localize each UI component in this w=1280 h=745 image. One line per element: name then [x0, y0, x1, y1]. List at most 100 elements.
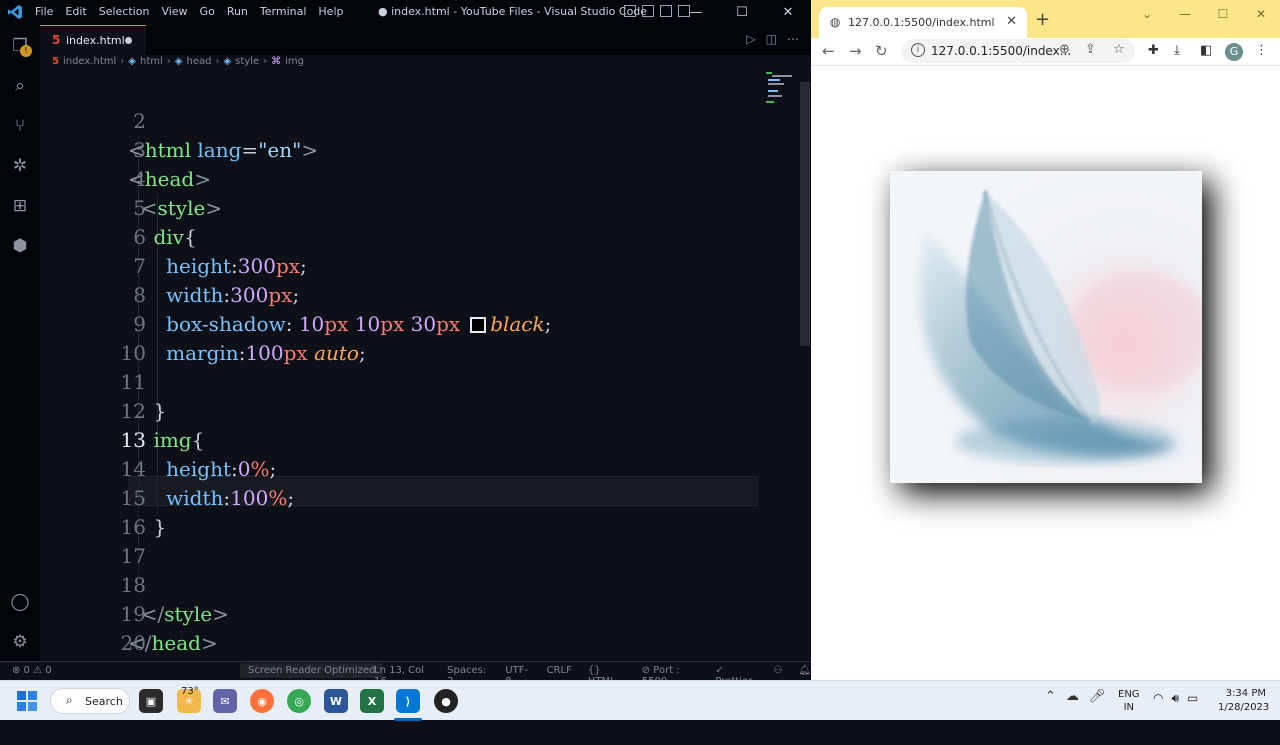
close-icon[interactable]: ✕: [1242, 0, 1280, 28]
windows-start-icon[interactable]: [17, 691, 37, 711]
clock-time: 3:34 PM: [1225, 688, 1266, 699]
windows-taskbar: ⌕ Search ▣ ☀ 73° ✉ ◉ ◎ W X ⟩ ● ⌃ ☁ 🎤︎ EN…: [0, 680, 1280, 721]
chrome-icon[interactable]: ◎: [287, 689, 311, 713]
new-tab-icon[interactable]: +: [1035, 9, 1050, 30]
python-icon[interactable]: ⬢: [9, 235, 31, 257]
source-control-icon[interactable]: ⑂: [9, 115, 31, 137]
breadcrumb-item[interactable]: img: [285, 56, 304, 70]
quick-settings[interactable]: ◠ 🔊︎ ▭: [1153, 691, 1198, 706]
maximize-icon[interactable]: ☐: [719, 0, 765, 25]
account-icon[interactable]: ◯: [9, 591, 31, 613]
menu-terminal[interactable]: Terminal: [260, 5, 313, 18]
breadcrumb-item[interactable]: head: [186, 56, 211, 70]
task-view-icon[interactable]: ▣: [139, 689, 163, 713]
code-line: 16: [40, 484, 800, 539]
breadcrumb-item[interactable]: index.html: [63, 56, 116, 70]
code-line: 11 }: [40, 339, 800, 423]
menu-file[interactable]: File: [35, 5, 59, 18]
browser-window-controls: ⌄ — ☐ ✕: [1128, 0, 1280, 28]
menu-kebab-icon[interactable]: ⋮: [1255, 43, 1268, 58]
microphone-icon[interactable]: 🎤︎: [1089, 689, 1106, 704]
menu-view[interactable]: View: [161, 5, 193, 18]
toggle-sidebar-icon[interactable]: [624, 5, 636, 17]
maximize-icon[interactable]: ☐: [1204, 0, 1242, 28]
firefox-icon[interactable]: ◉: [250, 689, 274, 713]
site-info-icon[interactable]: i: [911, 43, 925, 57]
language-indicator[interactable]: ENG IN: [1118, 688, 1140, 714]
breadcrumb-item[interactable]: style: [235, 56, 259, 70]
excel-icon[interactable]: X: [360, 689, 384, 713]
forward-icon[interactable]: →: [849, 42, 862, 60]
close-icon[interactable]: ✕: [765, 0, 811, 25]
selector-icon: ⌘: [271, 56, 282, 67]
run-debug-icon[interactable]: ✲: [9, 155, 31, 177]
reload-icon[interactable]: ↻: [875, 42, 888, 60]
shadowed-image-box: [890, 171, 1202, 483]
more-actions-icon[interactable]: ⋯: [787, 32, 799, 46]
minimize-icon[interactable]: —: [1166, 0, 1204, 28]
toggle-panel-icon[interactable]: [642, 5, 654, 17]
chevron-up-icon[interactable]: ⌃: [1045, 689, 1056, 704]
code-line: 8 box-shadow: 10px 10px 30px black;: [40, 252, 800, 336]
menu-help[interactable]: Help: [318, 5, 349, 18]
warning-badge-icon: !: [20, 45, 32, 57]
clock[interactable]: 3:34 PM 1/28/2023: [1218, 687, 1270, 715]
menu-go[interactable]: Go: [200, 5, 221, 18]
address-bar[interactable]: i 127.0.0.1:5500/index... ⊕ ⇪ ☆: [901, 39, 1135, 63]
extensions-icon[interactable]: ⊞: [9, 195, 31, 217]
tab-index-html[interactable]: 5 index.html: [40, 25, 146, 55]
close-tab-icon[interactable]: ✕: [1006, 14, 1017, 29]
feather-image: [890, 171, 1202, 483]
obs-icon[interactable]: ●: [434, 689, 458, 713]
back-icon[interactable]: ←: [822, 42, 835, 60]
bookmark-star-icon[interactable]: ☆: [1113, 42, 1125, 57]
tab-label: index.html: [66, 34, 125, 47]
editor-scrollbar[interactable]: [800, 82, 810, 346]
page-viewport: [811, 67, 1280, 680]
chat-icon[interactable]: ✉: [213, 689, 237, 713]
chevron-right-icon: ›: [215, 56, 220, 67]
chevron-right-icon: ›: [263, 56, 268, 67]
unsaved-dot-icon[interactable]: [125, 37, 132, 44]
clock-date: 1/28/2023: [1218, 702, 1270, 713]
manage-gear-icon[interactable]: ⚙: [9, 631, 31, 653]
browser-tab[interactable]: ◍ 127.0.0.1:5500/index.html ✕: [819, 7, 1027, 38]
download-icon[interactable]: ⤓: [1174, 43, 1180, 58]
problems-status[interactable]: ⊗ 0 ⚠ 0: [12, 665, 52, 676]
side-panel-icon[interactable]: ◧: [1200, 43, 1212, 58]
zoom-icon[interactable]: ⊕: [1059, 42, 1070, 57]
vscode-taskbar-icon[interactable]: ⟩: [396, 689, 420, 713]
code-line: 15 }: [40, 455, 800, 539]
chevron-down-icon[interactable]: ⌄: [1128, 0, 1166, 28]
editor-tab-bar: 5 index.html ▷ ◫ ⋯: [40, 25, 811, 55]
window-title: ● index.html - YouTube Files - Visual St…: [378, 5, 648, 18]
profile-avatar[interactable]: G: [1225, 43, 1243, 61]
menu-run[interactable]: Run: [227, 5, 254, 18]
breadcrumb-item[interactable]: html: [140, 56, 163, 70]
system-tray: ⌃ ☁ 🎤︎: [1045, 689, 1105, 704]
menu-edit[interactable]: Edit: [65, 5, 92, 18]
vscode-window: File Edit Selection View Go Run Terminal…: [0, 0, 811, 713]
run-icon[interactable]: ▷: [746, 32, 755, 46]
element-icon: ◈: [174, 56, 183, 67]
word-icon[interactable]: W: [324, 689, 348, 713]
split-editor-icon[interactable]: ◫: [766, 32, 777, 46]
code-line: 9 margin:100px auto;: [40, 281, 800, 365]
share-icon[interactable]: ⇪: [1085, 42, 1096, 57]
taskbar-search[interactable]: ⌕ Search: [50, 688, 130, 714]
volume-icon: 🔊︎: [1171, 691, 1180, 705]
screen-reader-status[interactable]: Screen Reader Optimized: [240, 663, 384, 678]
search-icon[interactable]: ⌕: [9, 75, 31, 97]
code-editor[interactable]: 2 <html lang="en"> 3 <head> 4 <style> 5 …: [40, 78, 800, 713]
minimap[interactable]: [764, 70, 798, 110]
code-line: 3 <head>: [40, 107, 800, 191]
extensions-puzzle-icon[interactable]: ✚: [1148, 43, 1159, 58]
menu-bar: File Edit Selection View Go Run Terminal…: [35, 5, 355, 18]
minimize-icon[interactable]: —: [673, 0, 719, 25]
code-line: 20 <body>: [40, 600, 800, 684]
menu-selection[interactable]: Selection: [99, 5, 156, 18]
code-line: 12 img{: [40, 368, 800, 452]
onedrive-cloud-icon[interactable]: ☁: [1066, 689, 1079, 704]
code-line: 4 <style>: [40, 136, 800, 220]
toggle-secondary-sidebar-icon[interactable]: [660, 5, 672, 17]
